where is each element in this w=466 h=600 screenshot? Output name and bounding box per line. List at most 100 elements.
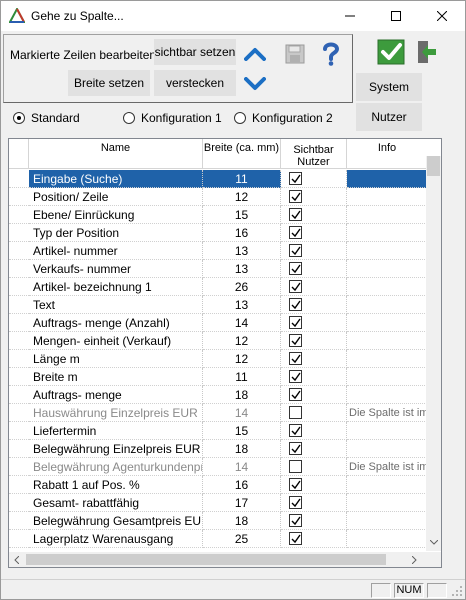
visible-cell[interactable] xyxy=(281,314,347,332)
visible-cell[interactable] xyxy=(281,404,347,422)
row-selector[interactable] xyxy=(9,170,29,188)
visible-checkbox[interactable] xyxy=(289,190,302,203)
help-button[interactable] xyxy=(318,40,344,68)
visible-checkbox[interactable] xyxy=(289,352,302,365)
visible-checkbox[interactable] xyxy=(289,496,302,509)
header-name[interactable]: Name xyxy=(29,139,203,169)
row-selector[interactable] xyxy=(9,512,29,530)
column-name-cell[interactable]: Breite m xyxy=(29,368,203,386)
column-name-cell[interactable]: Eingabe (Suche) xyxy=(29,170,203,188)
column-width-cell[interactable]: 15 xyxy=(203,422,281,440)
visible-cell[interactable] xyxy=(281,494,347,512)
table-row[interactable]: Hauswährung Einzelpreis EUR 14 Die Spalte … xyxy=(9,404,441,422)
column-name-cell[interactable]: Auftrags- menge xyxy=(29,386,203,404)
column-width-cell[interactable]: 26 xyxy=(203,278,281,296)
row-selector[interactable] xyxy=(9,332,29,350)
hide-button[interactable]: verstecken xyxy=(154,70,236,96)
table-row[interactable]: Position/ Zeile 12 xyxy=(9,188,441,206)
visible-checkbox[interactable] xyxy=(289,298,302,311)
row-selector[interactable] xyxy=(9,494,29,512)
visible-checkbox[interactable] xyxy=(289,280,302,293)
column-width-cell[interactable]: 25 xyxy=(203,530,281,548)
column-name-cell[interactable]: Lagerplatz Warenausgang xyxy=(29,530,203,548)
visible-checkbox[interactable] xyxy=(289,334,302,347)
visible-cell[interactable] xyxy=(281,386,347,404)
column-width-cell[interactable]: 18 xyxy=(203,440,281,458)
visible-checkbox[interactable] xyxy=(289,226,302,239)
scroll-left-arrow[interactable] xyxy=(9,552,24,567)
column-name-cell[interactable]: Verkaufs- nummer xyxy=(29,260,203,278)
column-name-cell[interactable]: Text xyxy=(29,296,203,314)
row-selector[interactable] xyxy=(9,476,29,494)
column-width-cell[interactable]: 12 xyxy=(203,188,281,206)
column-width-cell[interactable]: 16 xyxy=(203,476,281,494)
visible-cell[interactable] xyxy=(281,296,347,314)
table-row[interactable]: Typ der Position 16 xyxy=(9,224,441,242)
header-width[interactable]: Breite (ca. mm) xyxy=(203,139,281,169)
minimize-button[interactable] xyxy=(327,1,373,31)
vertical-scroll-thumb[interactable] xyxy=(427,156,440,176)
row-selector[interactable] xyxy=(9,314,29,332)
visible-checkbox[interactable] xyxy=(289,172,302,185)
column-name-cell[interactable]: Belegwährung Agenturkundenpreis xyxy=(29,458,203,476)
scroll-down-arrow[interactable] xyxy=(426,535,441,550)
header-info[interactable]: Info xyxy=(347,139,427,169)
table-row[interactable]: Auftrags- menge (Anzahl) 14 xyxy=(9,314,441,332)
visible-cell[interactable] xyxy=(281,350,347,368)
radio-config-1[interactable]: Konfiguration 1 xyxy=(123,111,222,125)
column-width-cell[interactable]: 15 xyxy=(203,206,281,224)
table-row[interactable]: Eingabe (Suche) 11 xyxy=(9,170,441,188)
table-row[interactable]: Artikel- bezeichnung 1 26 xyxy=(9,278,441,296)
table-row[interactable]: Breite m 11 xyxy=(9,368,441,386)
visible-checkbox[interactable] xyxy=(289,478,302,491)
column-width-cell[interactable]: 12 xyxy=(203,350,281,368)
exit-button[interactable] xyxy=(413,37,441,67)
visible-checkbox[interactable] xyxy=(289,514,302,527)
table-row[interactable]: Belegwährung Gesamtpreis EUR 18 xyxy=(9,512,441,530)
row-selector[interactable] xyxy=(9,206,29,224)
visible-cell[interactable] xyxy=(281,332,347,350)
table-row[interactable]: Text 13 xyxy=(9,296,441,314)
column-width-cell[interactable]: 18 xyxy=(203,386,281,404)
visible-cell[interactable] xyxy=(281,260,347,278)
visible-checkbox[interactable] xyxy=(289,244,302,257)
visible-checkbox[interactable] xyxy=(289,424,302,437)
column-name-cell[interactable]: Belegwährung Einzelpreis EUR xyxy=(29,440,203,458)
visible-cell[interactable] xyxy=(281,368,347,386)
close-button[interactable] xyxy=(419,1,465,31)
column-width-cell[interactable]: 11 xyxy=(203,368,281,386)
horizontal-scroll-thumb[interactable] xyxy=(26,554,386,565)
resize-grip-icon[interactable] xyxy=(451,585,463,597)
column-name-cell[interactable]: Auftrags- menge (Anzahl) xyxy=(29,314,203,332)
column-width-cell[interactable]: 13 xyxy=(203,296,281,314)
column-width-cell[interactable]: 13 xyxy=(203,260,281,278)
visible-cell[interactable] xyxy=(281,188,347,206)
table-row[interactable]: Liefertermin 15 xyxy=(9,422,441,440)
table-row[interactable]: Auftrags- menge 18 xyxy=(9,386,441,404)
column-width-cell[interactable]: 17 xyxy=(203,494,281,512)
table-row[interactable]: Gesamt- rabattfähig 17 xyxy=(9,494,441,512)
maximize-button[interactable] xyxy=(373,1,419,31)
row-selector[interactable] xyxy=(9,260,29,278)
table-row[interactable]: Länge m 12 xyxy=(9,350,441,368)
table-row[interactable]: Belegwährung Agenturkundenpreis 14 Die Spa… xyxy=(9,458,441,476)
visible-checkbox[interactable] xyxy=(289,208,302,221)
set-visible-button[interactable]: sichtbar setzen xyxy=(154,39,236,65)
vertical-scrollbar[interactable] xyxy=(426,156,441,551)
column-name-cell[interactable]: Position/ Zeile xyxy=(29,188,203,206)
column-width-cell[interactable]: 14 xyxy=(203,458,281,476)
visible-cell[interactable] xyxy=(281,422,347,440)
column-name-cell[interactable]: Ebene/ Einrückung xyxy=(29,206,203,224)
visible-cell[interactable] xyxy=(281,458,347,476)
column-width-cell[interactable]: 11 xyxy=(203,170,281,188)
system-button[interactable]: System xyxy=(356,73,422,101)
row-selector[interactable] xyxy=(9,278,29,296)
row-selector[interactable] xyxy=(9,296,29,314)
column-name-cell[interactable]: Belegwährung Gesamtpreis EUR xyxy=(29,512,203,530)
column-width-cell[interactable]: 14 xyxy=(203,404,281,422)
row-selector[interactable] xyxy=(9,350,29,368)
save-button[interactable] xyxy=(282,41,308,67)
visible-checkbox[interactable] xyxy=(289,442,302,455)
column-name-cell[interactable]: Artikel- bezeichnung 1 xyxy=(29,278,203,296)
move-down-button[interactable] xyxy=(242,71,268,97)
